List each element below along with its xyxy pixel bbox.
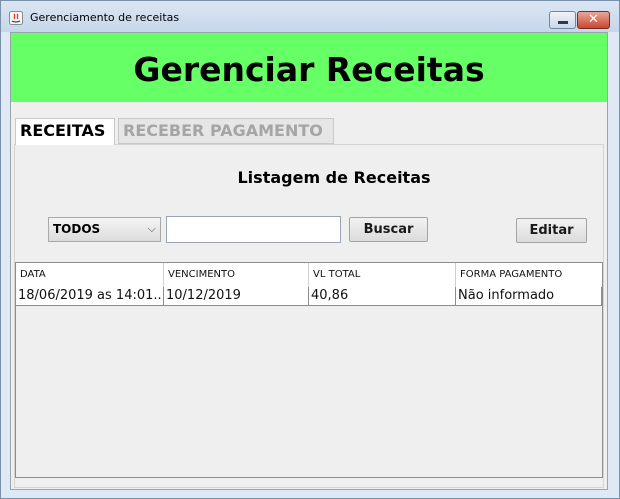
column-header-vencimento[interactable]: VENCIMENTO xyxy=(164,263,309,287)
tab-panel-receitas: Listagem de Receitas TODOS ⌵ Buscar Edit… xyxy=(14,144,604,488)
tab-receber-pagamento[interactable]: RECEBER PAGAMENTO xyxy=(118,118,334,144)
cell-forma-pagamento: Não informado xyxy=(456,287,602,305)
edit-button[interactable]: Editar xyxy=(516,218,587,243)
close-button[interactable]: ✕ xyxy=(577,11,610,29)
minimize-icon xyxy=(558,21,568,24)
window-title: Gerenciamento de receitas xyxy=(30,11,180,24)
page-title: Gerenciar Receitas xyxy=(133,50,485,89)
title-bar[interactable]: Gerenciamento de receitas ✕ xyxy=(1,1,619,32)
table-row[interactable]: 18/06/2019 as 14:01... 10/12/2019 40,86 … xyxy=(16,287,602,306)
search-input[interactable] xyxy=(166,216,341,243)
cell-vencimento: 10/12/2019 xyxy=(164,287,309,305)
search-button[interactable]: Buscar xyxy=(349,217,428,242)
filter-select[interactable]: TODOS ⌵ xyxy=(48,217,161,242)
java-app-icon xyxy=(9,11,23,25)
column-header-vl-total[interactable]: VL TOTAL xyxy=(309,263,456,287)
column-header-forma-pagamento[interactable]: FORMA PAGAMENTO xyxy=(456,263,602,287)
header-banner: Gerenciar Receitas xyxy=(11,33,607,102)
minimize-button[interactable] xyxy=(549,11,576,29)
cell-vl-total: 40,86 xyxy=(309,287,456,305)
content-area: Gerenciar Receitas RECEITAS RECEBER PAGA… xyxy=(10,32,608,490)
cell-data: 18/06/2019 as 14:01... xyxy=(18,287,164,305)
app-window: Gerenciamento de receitas ✕ Gerenciar Re… xyxy=(0,0,620,499)
panel-title: Listagem de Receitas xyxy=(237,168,431,187)
table-header: DATA VENCIMENTO VL TOTAL FORMA PAGAMENTO xyxy=(16,263,602,288)
tab-receitas[interactable]: RECEITAS xyxy=(15,118,115,145)
filter-select-value: TODOS xyxy=(53,222,101,236)
receitas-table[interactable]: DATA VENCIMENTO VL TOTAL FORMA PAGAMENTO… xyxy=(15,262,603,478)
chevron-down-icon: ⌵ xyxy=(147,222,156,235)
column-header-data[interactable]: DATA xyxy=(16,263,164,287)
